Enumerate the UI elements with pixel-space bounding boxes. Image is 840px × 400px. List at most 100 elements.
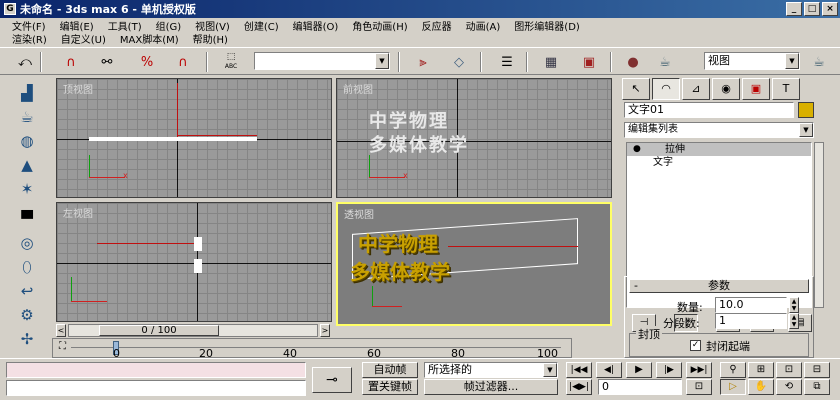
segments-spinner[interactable]: ▲ ▼	[789, 313, 799, 329]
key-filters-button[interactable]: 帧过滤器...	[424, 379, 558, 395]
schematic-view-icon[interactable]: ▣	[578, 51, 600, 73]
stack-item-extrude[interactable]: ● 拉伸	[627, 143, 811, 156]
display-tab-icon[interactable]: ▣	[742, 78, 770, 100]
go-to-start-icon[interactable]: |◀◀	[566, 362, 592, 378]
minimize-button[interactable]: _	[786, 2, 802, 16]
time-slider[interactable]: 0 / 100	[68, 324, 318, 337]
undo-icon[interactable]: ⤺	[14, 51, 36, 73]
pan-hand-icon[interactable]: ✋	[748, 379, 774, 395]
time-configuration-icon[interactable]: ⊡	[686, 379, 712, 395]
stack-item-text[interactable]: 文字	[627, 156, 811, 169]
motion-tab-icon[interactable]: ◉	[712, 78, 740, 100]
selection-filter-combo[interactable]: ▼	[254, 52, 390, 70]
menu-maxscript[interactable]: MAX脚本(M)	[120, 31, 179, 46]
modifier-list-combo[interactable]: 编辑集列表 ▼	[624, 122, 814, 138]
text-object-top[interactable]	[89, 137, 257, 141]
viewport-label-perspective[interactable]: 透视图	[344, 206, 374, 221]
zoom-icon[interactable]: ⚲	[720, 362, 746, 378]
modify-tab-icon[interactable]: ◠	[652, 78, 680, 100]
text-object-left-b[interactable]	[194, 259, 202, 273]
teapot-icon[interactable]: ☕	[14, 106, 40, 128]
track-bar[interactable]: ⛶ 0 20 40 60 80 100	[52, 338, 572, 360]
plane-icon[interactable]: ▀	[14, 208, 40, 230]
viewport-left[interactable]: 左视图	[56, 202, 332, 322]
capping-title: 封顶	[636, 326, 662, 342]
text-object-icon[interactable]: ⬚ ABC	[220, 51, 242, 73]
key-mode-toggle-icon[interactable]: |◀▶|	[566, 379, 592, 395]
segments-input[interactable]: 1	[715, 313, 787, 329]
viewport-front[interactable]: 前视图 中学物理 多媒体教学 x	[336, 78, 612, 198]
view-combo[interactable]: 视图 ▼	[704, 52, 800, 70]
amount-input[interactable]: 10.0	[715, 297, 787, 313]
zoom-extents-all-icon[interactable]: ⊟	[804, 362, 830, 378]
render-scene-icon[interactable]: ☕	[654, 51, 676, 73]
menu-help[interactable]: 帮助(H)	[193, 31, 228, 46]
curve-editor-icon[interactable]: ▦	[540, 51, 562, 73]
maximize-button[interactable]: □	[804, 2, 820, 16]
object-name-field[interactable]: 文字01	[624, 102, 794, 118]
sphere-icon[interactable]: ◍	[14, 130, 40, 152]
parameters-rollout-header[interactable]: - 参数	[629, 279, 809, 293]
viewport-perspective[interactable]: 透视图 中学物理 多媒体教学	[336, 202, 612, 326]
current-frame-field[interactable]: 0	[598, 379, 682, 395]
unlink-icon[interactable]: ⚯	[96, 51, 118, 73]
menu-rendering[interactable]: 渲染(R)	[12, 31, 47, 46]
max-app-icon[interactable]: G	[4, 3, 16, 15]
maxscript-listener-field[interactable]	[6, 362, 306, 378]
bind-space-warp-icon[interactable]: %	[136, 51, 158, 73]
bend-icon[interactable]: ↩	[14, 280, 40, 302]
field-of-view-icon[interactable]: ▷	[720, 379, 746, 395]
previous-frame-icon[interactable]: ◀|	[596, 362, 622, 378]
zoom-all-icon[interactable]: ⊞	[748, 362, 774, 378]
scene-text-line2-front[interactable]: 多媒体教学	[369, 131, 469, 157]
lightbulb-icon[interactable]: ●	[633, 143, 641, 156]
close-button[interactable]: ×	[822, 2, 838, 16]
chevron-down-icon: ▼	[543, 363, 557, 377]
viewport-label-top[interactable]: 顶视图	[63, 81, 93, 96]
scene-text-line2-perspective[interactable]: 多媒体教学	[350, 256, 450, 285]
box-icon[interactable]: ▟	[14, 82, 40, 104]
scene-text-line1-front[interactable]: 中学物理	[369, 107, 449, 133]
viewport-top[interactable]: 顶视图 x	[56, 78, 332, 198]
magnet-icon[interactable]: ∩	[172, 51, 194, 73]
set-key-button[interactable]: 置关键帧	[362, 379, 418, 395]
star-icon[interactable]: ✶	[14, 178, 40, 200]
amount-spinner[interactable]: ▲ ▼	[789, 297, 799, 313]
maximize-viewport-icon[interactable]: ⧉	[804, 379, 830, 395]
create-tab-icon[interactable]: ↖	[622, 78, 650, 100]
zoom-extents-icon[interactable]: ⊡	[776, 362, 802, 378]
auto-key-button[interactable]: 自动帧	[362, 362, 418, 378]
key-mode-icon[interactable]: ⊸	[312, 367, 352, 393]
go-to-end-icon[interactable]: ▶▶|	[686, 362, 712, 378]
viewport-label-front[interactable]: 前视图	[343, 81, 373, 96]
next-frame-icon[interactable]: |▶	[656, 362, 682, 378]
text-object-left-a[interactable]	[194, 237, 202, 251]
scene-text-line1-perspective[interactable]: 中学物理	[358, 228, 438, 257]
select-link-icon[interactable]: ∩	[60, 51, 82, 73]
time-slider-thumb[interactable]: 0 / 100	[99, 325, 219, 336]
hierarchy-tab-icon[interactable]: ⊿	[682, 78, 710, 100]
mirror-icon[interactable]: ⫸	[412, 51, 434, 73]
utilities-tab-icon[interactable]: T	[772, 78, 800, 100]
material-editor-icon[interactable]: ●	[622, 51, 644, 73]
stack-scrollbar[interactable]	[814, 142, 824, 308]
layers-icon[interactable]: ☰	[496, 51, 518, 73]
window-title-bar: G 未命名 - 3ds max 6 - 单机授权版 _ □ ×	[0, 0, 840, 18]
time-next-arrow[interactable]: >	[320, 324, 330, 337]
cone-icon[interactable]: ▲	[14, 154, 40, 176]
torus-icon[interactable]: ◎	[14, 232, 40, 254]
cap-start-checkbox[interactable]: ✓	[690, 340, 701, 351]
selected-combo[interactable]: 所选择的 ▼	[424, 362, 558, 378]
gear-icon[interactable]: ⚙	[14, 304, 40, 326]
quick-render-icon[interactable]: ☕	[808, 51, 830, 73]
play-icon[interactable]: ▶	[626, 362, 652, 378]
arc-rotate-icon[interactable]: ⟲	[776, 379, 802, 395]
time-prev-arrow[interactable]: <	[56, 324, 66, 337]
capsule-icon[interactable]: ⬯	[14, 256, 40, 278]
align-icon[interactable]: ◇	[448, 51, 470, 73]
viewport-label-left[interactable]: 左视图	[63, 205, 93, 220]
helper-icon[interactable]: ✢	[14, 328, 40, 350]
track-key-icon[interactable]: ⛶	[59, 341, 66, 352]
object-color-swatch[interactable]	[798, 102, 814, 118]
menu-customize[interactable]: 自定义(U)	[61, 31, 106, 46]
